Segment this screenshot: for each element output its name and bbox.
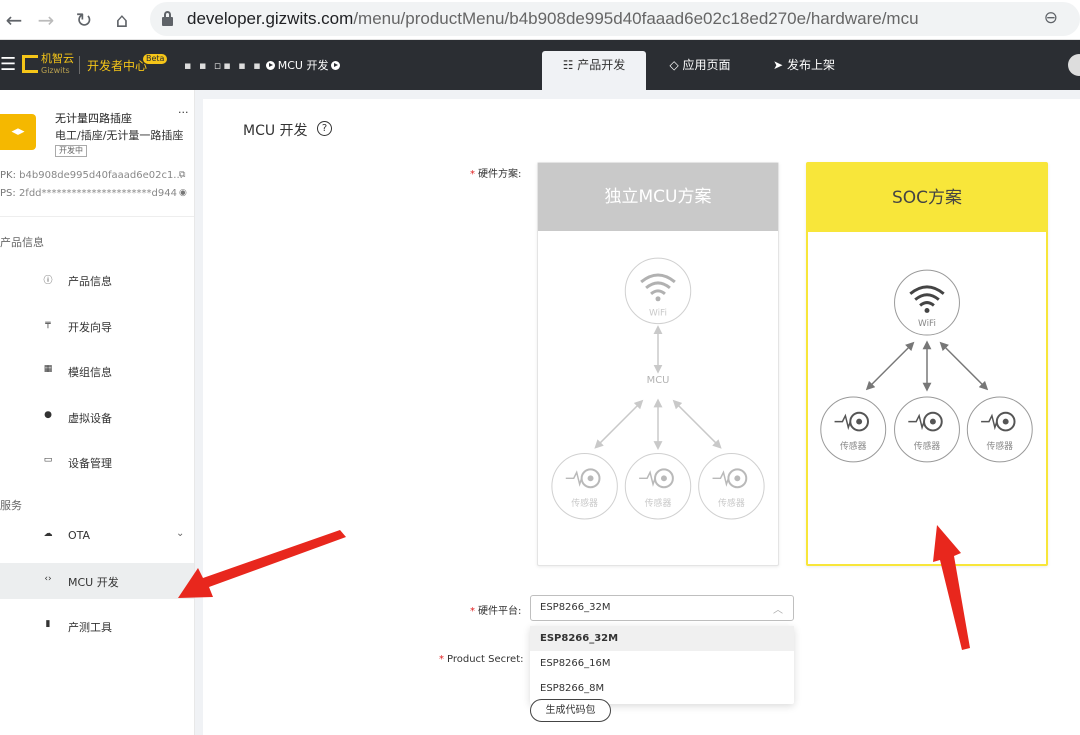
product-icon: ◂▸ xyxy=(0,114,36,150)
main-panel: MCU 开发 ? * 硬件方案: 独立MCU方案 WiFi MCU 传感器 传感… xyxy=(203,99,1080,735)
product-name: 无计量四路插座 xyxy=(55,112,132,125)
mcu-architecture-diagram: WiFi MCU 传感器 传感器 传感器 xyxy=(551,257,765,520)
device-icon: ▭ xyxy=(43,455,53,465)
breadcrumb-redacted: ▪ ▪ ▫▪ ▪ ▪ xyxy=(184,59,263,72)
send-icon: ➤ xyxy=(773,58,784,72)
breadcrumb-current: MCU 开发 xyxy=(277,59,329,72)
chevron-down-icon: ⌄ xyxy=(176,528,185,539)
sidebar-item-virtual-device[interactable]: ● 虚拟设备 xyxy=(0,399,194,435)
svg-text:传感器: 传感器 xyxy=(645,497,672,509)
sidebar: ◂▸ 无计量四路插座 ··· 电工/插座/无计量一路插座 开发中 PK: b4b… xyxy=(0,90,195,735)
copy-icon[interactable]: ⧉ xyxy=(179,170,185,180)
product-secret-label: * Product Secret: xyxy=(439,654,524,665)
address-bar[interactable]: developer.gizwits.com/menu/productMenu/b… xyxy=(150,2,1080,36)
section-product-info: 产品信息 xyxy=(0,236,44,249)
wifi-icon: WiFi xyxy=(894,269,960,336)
info-icon: ⓘ xyxy=(43,276,53,286)
svg-text:传感器: 传感器 xyxy=(987,440,1014,452)
developer-center-link[interactable]: 开发者中心 xyxy=(87,57,147,74)
divider xyxy=(0,216,194,217)
platform-label: * 硬件平台: xyxy=(470,606,522,617)
logo-subtitle: Gizwits xyxy=(41,66,70,75)
hw-scheme-label: * 硬件方案: xyxy=(470,169,522,180)
platform-option[interactable]: ESP8266_32M xyxy=(530,626,794,651)
svg-text:WiFi: WiFi xyxy=(918,319,936,329)
tool-icon: ▮ xyxy=(45,619,51,629)
sidebar-item-mcu-dev[interactable]: ‹› MCU 开发 xyxy=(0,563,194,599)
app-header: ☰ 机智云 Gizwits 开发者中心 Beta ▪ ▪ ▫▪ ▪ ▪ MCU 开… xyxy=(0,40,1080,90)
mcu-card-title: 独立MCU方案 xyxy=(538,163,778,231)
mcu-hub-label: MCU xyxy=(647,375,670,386)
product-category: 电工/插座/无计量一路插座 xyxy=(55,129,184,142)
soc-card-title: SOC方案 xyxy=(808,164,1046,232)
section-service: 服务 xyxy=(0,499,22,512)
back-arrow-icon[interactable]: ← xyxy=(0,6,28,34)
sidebar-item-product-info[interactable]: ⓘ 产品信息 xyxy=(0,262,194,298)
beta-badge: Beta xyxy=(143,54,168,64)
sensor-icon: 传感器 xyxy=(966,396,1033,463)
wifi-label: WiFi xyxy=(649,309,667,319)
sensor-icon: 传感器 xyxy=(624,453,692,520)
help-icon[interactable]: ? xyxy=(317,121,332,136)
platform-select[interactable]: ESP8266_32M ︿ xyxy=(530,595,794,621)
sensor-icon: 传感器 xyxy=(894,396,960,463)
reload-icon[interactable]: ↻ xyxy=(70,6,98,34)
breadcrumb-separator-icon xyxy=(265,61,275,70)
url-text: developer.gizwits.com/menu/productMenu/b… xyxy=(187,9,919,28)
avatar[interactable] xyxy=(1068,54,1080,76)
zoom-icon[interactable]: ⊖ xyxy=(1044,8,1058,28)
tab-product-dev[interactable]: ☷ 产品开发 xyxy=(542,51,646,90)
diamond-icon: ◇ xyxy=(669,58,679,72)
platform-option[interactable]: ESP8266_16M xyxy=(530,651,794,676)
tab-app-page[interactable]: ◇ 应用页面 xyxy=(658,51,742,90)
wifi-icon: WiFi xyxy=(624,257,692,325)
sidebar-item-device-manage[interactable]: ▭ 设备管理 xyxy=(0,444,194,480)
signpost-icon: ╤ xyxy=(45,319,51,329)
product-secret-row: PS: 2fdd**********************d944 xyxy=(0,188,177,199)
sidebar-item-ota[interactable]: ☁ OTA ⌄ xyxy=(0,518,194,554)
svg-text:传感器: 传感器 xyxy=(840,440,867,452)
eye-icon[interactable]: ◉ xyxy=(179,188,187,198)
forward-arrow-icon[interactable]: → xyxy=(32,6,60,34)
chevron-up-icon: ︿ xyxy=(773,605,783,616)
breadcrumb-separator-icon xyxy=(331,61,341,70)
home-icon[interactable]: ⌂ xyxy=(108,6,136,34)
module-icon: ▦ xyxy=(43,364,53,374)
sensor-icon: 传感器 xyxy=(698,453,765,520)
sensor-icon: 传感器 xyxy=(820,396,887,463)
lock-icon xyxy=(162,11,173,26)
generate-code-button[interactable]: 生成代码包 xyxy=(530,699,611,722)
cloud-icon: ☁ xyxy=(43,529,53,539)
sidebar-item-dev-guide[interactable]: ╤ 开发向导 xyxy=(0,308,194,344)
platform-dropdown: ESP8266_32M ESP8266_16M ESP8266_8M xyxy=(530,626,794,704)
menu-icon[interactable]: ☰ xyxy=(0,54,16,75)
sidebar-item-module-info[interactable]: ▦ 模组信息 xyxy=(0,353,194,389)
platform-option[interactable]: ESP8266_8M xyxy=(530,676,794,701)
mcu-scheme-card[interactable]: 独立MCU方案 WiFi MCU 传感器 传感器 传感器 xyxy=(537,162,779,566)
sliders-icon: ☷ xyxy=(562,58,574,72)
page-title: MCU 开发 xyxy=(243,123,308,139)
sidebar-item-test-tool[interactable]: ▮ 产测工具 xyxy=(0,608,194,644)
soc-scheme-card[interactable]: SOC方案 WiFi 传感器 传感器 传感器 xyxy=(806,162,1048,566)
svg-text:传感器: 传感器 xyxy=(571,497,598,509)
svg-text:传感器: 传感器 xyxy=(914,440,941,452)
product-key-row: PK: b4b908de995d40faaad6e02c1... xyxy=(0,170,183,181)
header-divider xyxy=(79,56,80,74)
status-badge: 开发中 xyxy=(55,145,87,157)
more-icon[interactable]: ··· xyxy=(178,106,189,119)
svg-text:传感器: 传感器 xyxy=(718,497,745,509)
logo-name: 机智云 xyxy=(41,52,74,65)
globe-icon: ● xyxy=(44,410,52,420)
tab-publish[interactable]: ➤ 发布上架 xyxy=(762,51,846,90)
breadcrumb: ▪ ▪ ▫▪ ▪ ▪ MCU 开发 xyxy=(184,57,343,73)
sensor-icon: 传感器 xyxy=(551,453,618,520)
gizwits-logo-icon xyxy=(22,55,38,73)
soc-architecture-diagram: WiFi 传感器 传感器 传感器 xyxy=(820,269,1033,463)
code-icon: ‹› xyxy=(44,574,52,584)
browser-toolbar: ← → ↻ ⌂ developer.gizwits.com/menu/produ… xyxy=(0,0,1080,40)
